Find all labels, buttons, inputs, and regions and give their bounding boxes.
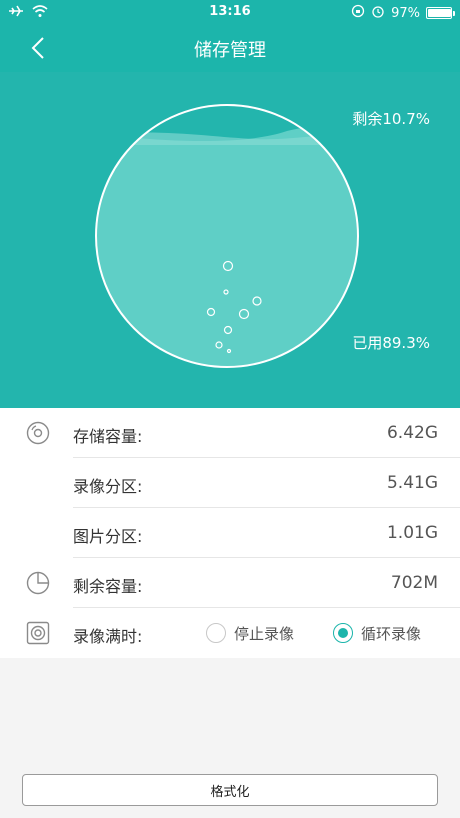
status-bar: 13:16 97%	[0, 0, 460, 24]
format-button[interactable]: 格式化	[22, 774, 438, 806]
used-percent-label: 已用89.3%	[352, 334, 430, 352]
stop-recording-option[interactable]: 停止录像	[206, 622, 294, 644]
remaining-row: 剩余容量: 702M	[0, 558, 460, 608]
remaining-value: 702M	[390, 573, 438, 593]
speaker-icon	[26, 621, 50, 645]
battery-icon	[426, 7, 455, 19]
image-partition-row: 图片分区: 1.01G	[0, 508, 460, 558]
alarm-icon	[371, 4, 385, 22]
loop-recording-label: 循环录像	[361, 624, 422, 643]
loop-recording-option[interactable]: 循环录像	[333, 622, 421, 644]
image-partition-value: 1.01G	[386, 523, 438, 543]
battery-text: 97%	[391, 5, 420, 21]
remaining-percent-label: 剩余10.7%	[352, 110, 430, 128]
nav-bar: 储存管理	[0, 24, 460, 72]
when-full-row: 录像满时: 停止录像 循环录像	[0, 608, 460, 658]
storage-visual: 剩余10.7% 已用89.3%	[0, 72, 460, 408]
page-title: 储存管理	[194, 40, 266, 61]
video-partition-value: 5.41G	[386, 473, 438, 493]
remaining-label: 剩余容量:	[73, 577, 143, 596]
capacity-value: 6.42G	[386, 423, 438, 443]
radio-button[interactable]	[333, 623, 353, 643]
capacity-label: 存储容量:	[73, 427, 143, 446]
when-full-label: 录像满时:	[73, 627, 143, 646]
liquid-fill	[96, 126, 358, 367]
video-partition-row: 录像分区: 5.41G	[0, 458, 460, 508]
liquid-wave	[96, 132, 358, 146]
disc-icon	[26, 421, 50, 445]
orientation-lock-icon	[351, 4, 365, 22]
pie-chart-icon	[26, 571, 50, 595]
storage-details: 存储容量: 6.42G 录像分区: 5.41G 图片分区: 1.01G 剩余容量…	[0, 408, 460, 658]
radio-button[interactable]	[206, 623, 226, 643]
capacity-row: 存储容量: 6.42G	[0, 408, 460, 458]
stop-recording-label: 停止录像	[234, 624, 295, 643]
video-partition-label: 录像分区:	[73, 477, 143, 496]
image-partition-label: 图片分区:	[73, 527, 143, 546]
